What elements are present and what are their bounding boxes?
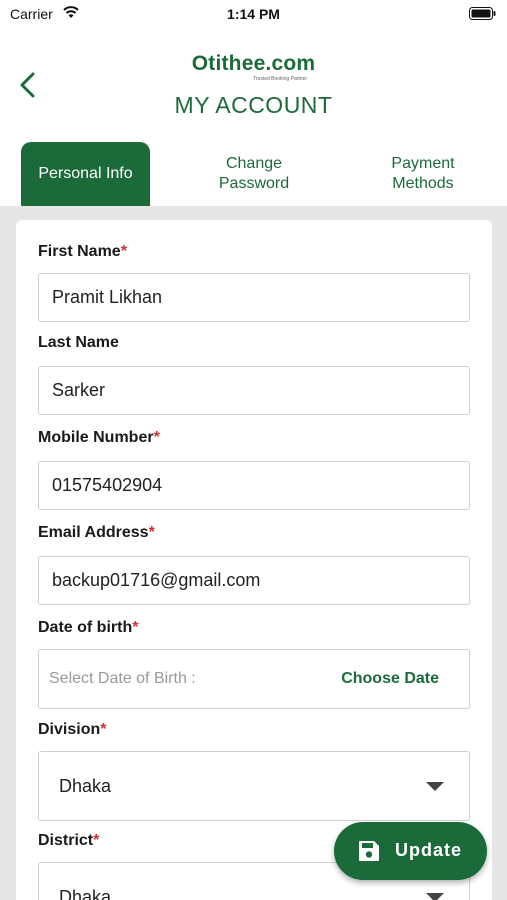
battery-icon [469, 7, 496, 20]
division-label: Division* [38, 721, 107, 738]
dob-label: Date of birth* [38, 619, 139, 636]
email-value: backup01716@gmail.com [52, 570, 261, 590]
last-name-label: Last Name [38, 334, 119, 351]
first-name-label: First Name* [38, 243, 127, 260]
first-name-value: Pramit Likhan [52, 287, 163, 307]
dob-field[interactable]: Select Date of Birth : Choose Date [38, 649, 470, 709]
required-mark: * [100, 721, 107, 738]
tab-bar: Personal Info Change Password Payment Me… [0, 142, 507, 206]
logo-text: Otithee.com [191, 52, 316, 75]
required-mark: * [148, 524, 155, 541]
mobile-number-label: Mobile Number* [38, 429, 160, 446]
district-value: Dhaka [59, 887, 112, 900]
required-mark: * [132, 619, 139, 636]
tab-change-password[interactable]: Change Password [184, 142, 324, 206]
logo: Otithee.com Trusted Booking Partner [0, 52, 507, 82]
email-input[interactable]: backup01716@gmail.com [38, 556, 470, 605]
mobile-number-value: 01575402904 [52, 475, 163, 495]
required-mark: * [93, 832, 100, 849]
district-label: District* [38, 832, 100, 849]
tab-personal-info[interactable]: Personal Info [21, 142, 150, 206]
division-value: Dhaka [59, 775, 112, 796]
choose-date-button[interactable]: Choose Date [341, 670, 439, 688]
dob-placeholder: Select Date of Birth : [49, 670, 196, 687]
first-name-input[interactable]: Pramit Likhan [38, 273, 470, 322]
caret-down-icon [426, 893, 444, 900]
clock-time: 1:14 PM [227, 6, 280, 22]
update-button[interactable]: Update [334, 822, 487, 880]
save-icon [359, 841, 379, 861]
last-name-value: Sarker [52, 380, 106, 400]
mobile-number-input[interactable]: 01575402904 [38, 461, 470, 510]
status-bar: Carrier 1:14 PM [0, 0, 507, 30]
page-title: MY ACCOUNT [174, 92, 333, 118]
caret-down-icon [426, 781, 444, 791]
division-select[interactable]: Dhaka [38, 751, 470, 821]
last-name-input[interactable]: Sarker [38, 366, 470, 415]
tab-payment-methods[interactable]: Payment Methods [353, 142, 493, 206]
email-label: Email Address* [38, 524, 155, 541]
logo-tagline: Trusted Booking Partner [253, 76, 308, 82]
update-label: Update [395, 840, 463, 860]
required-mark: * [120, 243, 127, 260]
required-mark: * [153, 429, 160, 446]
